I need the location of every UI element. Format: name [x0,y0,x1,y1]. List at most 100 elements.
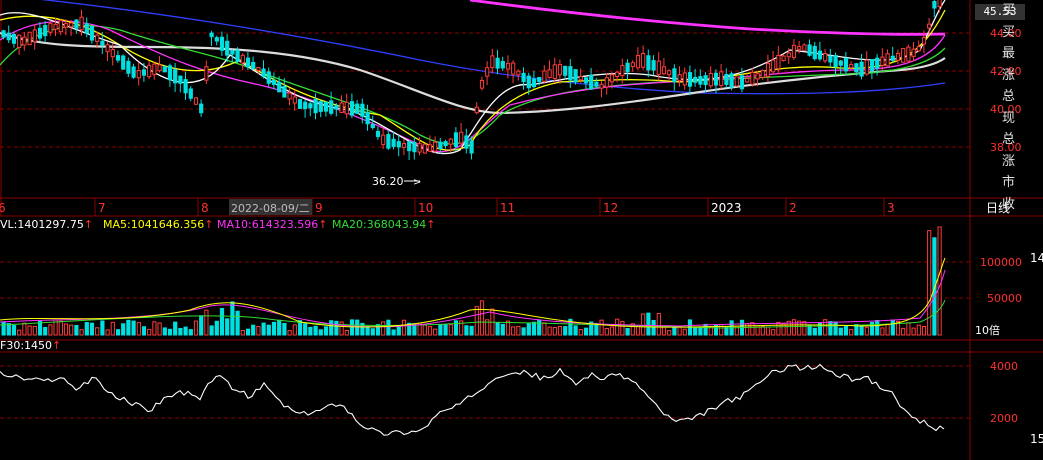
volume-bar [495,321,500,336]
volume-unit: 10倍 [975,323,1000,337]
volume-bar [271,321,277,336]
candle-body [464,135,469,149]
volume-bar [911,327,916,336]
candle-body [412,141,417,153]
volume-bar [375,324,381,336]
candle-body [495,57,500,69]
volume-bar [79,329,84,336]
candle-body [651,60,656,71]
month-label: 9 [315,201,323,215]
volume-bar [833,321,838,336]
side-item: 现 [1002,110,1016,126]
candle-body [656,60,661,75]
candle-body [776,54,781,70]
volume-bar [131,320,136,336]
vol-legend-ma5: MA5:1041646.356↑ [103,218,213,231]
volume-bar [329,320,334,336]
candle-body [282,86,287,98]
candle-body [381,134,386,146]
candle-body [781,55,786,62]
volume-bar [344,329,349,336]
volume-bar [474,306,479,336]
volume-bar [188,329,193,336]
candle-body [568,66,573,81]
candle-body [11,34,17,44]
vol-legend-ma20: MA20:368043.94↑ [332,218,435,231]
candle-body [355,103,360,114]
volume-bar [173,321,178,336]
candle-body [537,77,542,82]
volume-bar [620,321,625,336]
candle-body [641,52,646,68]
candle-body [199,103,204,114]
candle-body [308,103,313,109]
candle-body [313,99,318,114]
candle-body [235,49,240,62]
volume-bar [433,328,438,336]
volume-bar [162,327,167,336]
volume-bar [859,326,864,336]
candle-body [95,34,100,42]
candle-body [500,60,505,69]
candle-body [245,57,251,68]
candle-body [266,71,271,84]
candle-body [703,75,708,86]
volume-bar [401,319,407,336]
volume-legend: VL:1401297.75↑ MA5:1041646.356↑ MA10:614… [0,218,435,231]
volume-bar [235,310,240,336]
candle-body [490,55,495,69]
candle-body [698,76,703,85]
volume-bar [880,327,885,336]
candle-body [167,65,173,81]
candle-body [802,44,807,51]
volume-bar [245,328,251,336]
volume-bar [552,326,557,336]
volume-bar [427,326,433,336]
candle-body [807,44,812,56]
candle-body [750,71,755,85]
volume-bar [521,327,526,336]
volume-bar [703,323,708,336]
candle-body [713,72,719,86]
volume-bar [17,329,22,336]
volume-bar [126,319,131,336]
volume-bar [136,322,141,336]
month-label: 6 [0,201,6,215]
candle-body [401,142,407,148]
candle-body [121,55,126,70]
volume-bar [157,322,162,336]
candle-body [141,69,147,76]
volume-bar [365,326,370,336]
volume-bar [32,325,37,336]
side-item: 买 [1002,3,1016,18]
candle-body [318,100,323,112]
volume-bar [69,324,74,336]
candle-body [427,144,433,152]
candle-body [448,138,453,145]
candle-body [760,69,765,78]
volume-bar [448,324,453,336]
candle-body [136,70,141,79]
candle-body [334,105,339,110]
candle-body [417,143,422,153]
candle-body [240,54,245,64]
candle-body [32,29,37,43]
candle-body [43,24,48,37]
volume-bar [526,322,531,336]
volume-bar [791,319,797,336]
osc-tick: 4000 [990,360,1018,373]
volume-bar [141,326,147,336]
candle-body [329,100,334,114]
candle-body [682,72,687,86]
volume-bar [693,326,698,336]
volume-bar [225,318,230,336]
month-label: 12 [603,201,618,215]
candle-body [667,70,672,76]
volume-tick: 100000 [980,256,1022,269]
volume-bar [677,326,682,336]
candle-body [209,32,214,38]
volume-bar [469,325,474,336]
volume-bar [885,323,890,336]
volume-bar [583,327,589,336]
candle-body [895,52,901,61]
